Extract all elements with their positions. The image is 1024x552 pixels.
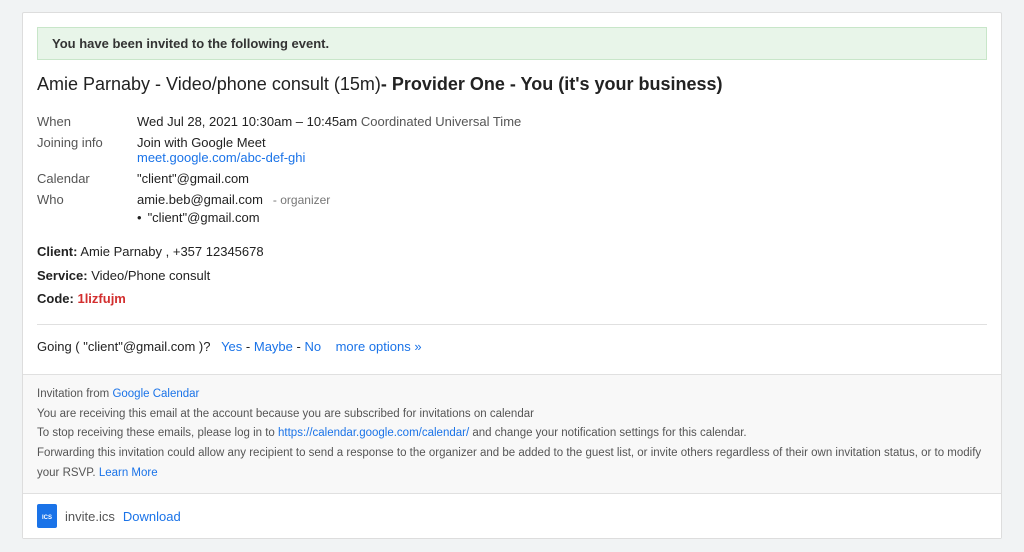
banner-text: You have been invited to the following e…	[52, 36, 329, 51]
code-value: 1lizfujm	[77, 291, 125, 306]
email-container: You have been invited to the following e…	[22, 12, 1002, 539]
footer-receiving-suffix: because you are subscribed for invitatio…	[256, 408, 534, 420]
when-label: When	[37, 111, 137, 132]
going-email: "client"@gmail.com	[83, 339, 195, 354]
footer-invitation-prefix: Invitation from	[37, 388, 109, 400]
who-bullet: •	[137, 210, 142, 225]
who-attendee-email: "client"@gmail.com	[148, 210, 260, 225]
svg-text:ICS: ICS	[42, 515, 52, 521]
who-organizer-row: amie.beb@gmail.com - organizer	[137, 192, 521, 207]
who-attendee-row: • "client"@gmail.com	[137, 210, 521, 225]
going-more-link[interactable]: more options »	[336, 339, 422, 354]
joining-value: Join with Google Meet meet.google.com/ab…	[137, 132, 521, 168]
joining-label: Joining info	[37, 132, 137, 168]
download-link[interactable]: Download	[123, 509, 181, 524]
when-value: Wed Jul 28, 2021 10:30am – 10:45am Coord…	[137, 111, 521, 132]
going-maybe-link[interactable]: Maybe	[254, 339, 293, 354]
ics-file-icon: ICS	[37, 504, 57, 528]
going-dash1: -	[246, 339, 254, 354]
who-label: Who	[37, 189, 137, 228]
going-space	[325, 339, 332, 354]
code-line: Code: 1lizfujm	[37, 287, 987, 310]
attachment-bar: ICS invite.ics Download	[23, 493, 1001, 538]
footer-invitation-line: Invitation from Google Calendar	[37, 385, 987, 405]
footer-receiving-text: You are receiving this email at the acco…	[37, 408, 253, 420]
when-time: 10:30am – 10:45am	[242, 114, 358, 129]
service-value: Video/Phone consult	[91, 268, 210, 283]
footer-forwarding-text: Forwarding this invitation could allow a…	[37, 447, 981, 479]
when-tz: Coordinated Universal Time	[361, 114, 521, 129]
service-label: Service:	[37, 268, 88, 283]
footer-stop-line: To stop receiving these emails, please l…	[37, 424, 987, 444]
joining-row: Joining info Join with Google Meet meet.…	[37, 132, 521, 168]
footer-forwarding-line: Forwarding this invitation could allow a…	[37, 444, 987, 483]
divider	[37, 324, 987, 325]
attachment-filename: invite.ics	[65, 509, 115, 524]
who-row: Who amie.beb@gmail.com - organizer • "cl…	[37, 189, 521, 228]
google-calendar-link[interactable]: Google Calendar	[112, 388, 199, 400]
footer-learn-more-link[interactable]: Learn More	[99, 467, 158, 479]
google-meet-link[interactable]: meet.google.com/abc-def-ghi	[137, 150, 305, 165]
event-details-table: When Wed Jul 28, 2021 10:30am – 10:45am …	[37, 111, 521, 228]
event-title-suffix: - Provider One - You (it's your business…	[381, 74, 723, 94]
going-suffix: )?	[199, 339, 211, 354]
code-label: Code:	[37, 291, 74, 306]
footer-stop-suffix: and change your notification settings fo…	[472, 427, 746, 439]
when-row: When Wed Jul 28, 2021 10:30am – 10:45am …	[37, 111, 521, 132]
email-footer: Invitation from Google Calendar You are …	[23, 374, 1001, 493]
going-yes-link[interactable]: Yes	[221, 339, 242, 354]
going-prefix: Going (	[37, 339, 80, 354]
calendar-value: "client"@gmail.com	[137, 168, 521, 189]
when-date: Wed Jul 28, 2021	[137, 114, 238, 129]
calendar-label: Calendar	[37, 168, 137, 189]
client-name: Amie Parnaby	[80, 244, 162, 259]
client-phone: , +357 12345678	[166, 244, 264, 259]
who-value: amie.beb@gmail.com - organizer • "client…	[137, 189, 521, 228]
client-info: Client: Amie Parnaby , +357 12345678 Ser…	[37, 240, 987, 310]
who-organizer-tag: - organizer	[273, 193, 330, 207]
event-title-prefix: Amie Parnaby - Video/phone consult (15m)	[37, 74, 381, 94]
client-label: Client:	[37, 244, 77, 259]
client-line: Client: Amie Parnaby , +357 12345678	[37, 240, 987, 263]
going-row: Going ( "client"@gmail.com )? Yes - Mayb…	[37, 333, 987, 354]
calendar-row: Calendar "client"@gmail.com	[37, 168, 521, 189]
who-organizer-email: amie.beb@gmail.com	[137, 192, 263, 207]
going-no-link[interactable]: No	[304, 339, 321, 354]
email-content: Amie Parnaby - Video/phone consult (15m)…	[23, 72, 1001, 374]
invite-banner: You have been invited to the following e…	[37, 27, 987, 60]
footer-receiving-line: You are receiving this email at the acco…	[37, 405, 987, 425]
joining-text: Join with Google Meet	[137, 135, 521, 150]
service-line: Service: Video/Phone consult	[37, 264, 987, 287]
footer-stop-text: To stop receiving these emails, please l…	[37, 427, 275, 439]
footer-stop-link[interactable]: https://calendar.google.com/calendar/	[278, 427, 469, 439]
event-title: Amie Parnaby - Video/phone consult (15m)…	[37, 72, 987, 97]
